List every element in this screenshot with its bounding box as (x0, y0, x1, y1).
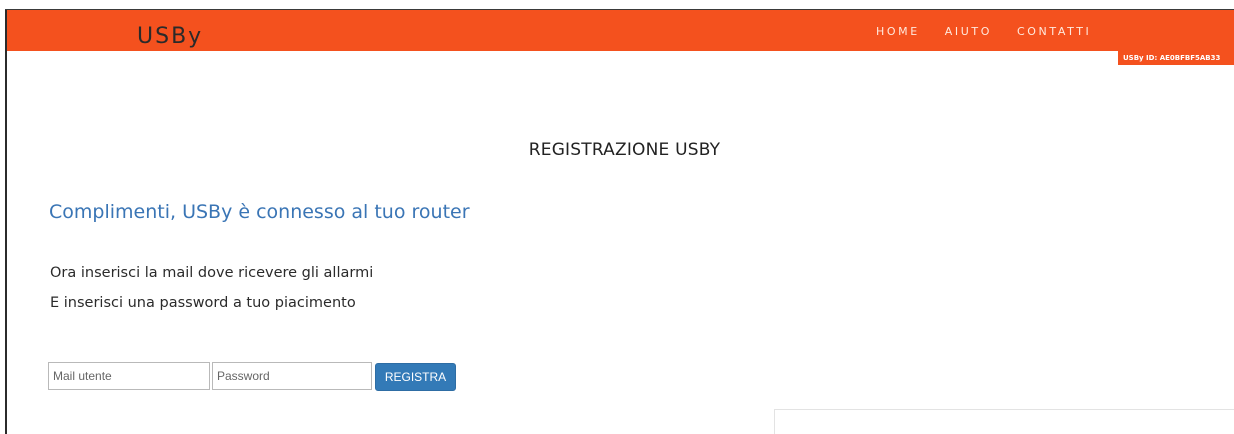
register-button[interactable]: REGISTRA (375, 363, 456, 391)
instruction-password: E inserisci una password a tuo piaciment… (50, 295, 356, 311)
nav-menu: HOME AIUTO CONTATTI (876, 25, 1116, 38)
device-id-badge: USBy ID: AE0BFBF5AB33 (1118, 51, 1234, 65)
success-subtitle: Complimenti, USBy è connesso al tuo rout… (49, 201, 470, 223)
nav-contatti-link[interactable]: CONTATTI (1017, 25, 1091, 38)
nav-aiuto-link[interactable]: AIUTO (945, 25, 992, 38)
brand-logo[interactable]: USBy (137, 24, 203, 49)
password-input[interactable] (212, 362, 372, 390)
navbar: USBy HOME AIUTO CONTATTI (7, 10, 1234, 51)
instruction-email: Ora inserisci la mail dove ricevere gli … (50, 265, 374, 281)
window-left-border (5, 10, 7, 434)
email-input[interactable] (48, 362, 210, 390)
page-title: REGISTRAZIONE USBY (528, 140, 721, 160)
nav-home-link[interactable]: HOME (876, 25, 920, 38)
bottom-panel (774, 409, 1234, 434)
